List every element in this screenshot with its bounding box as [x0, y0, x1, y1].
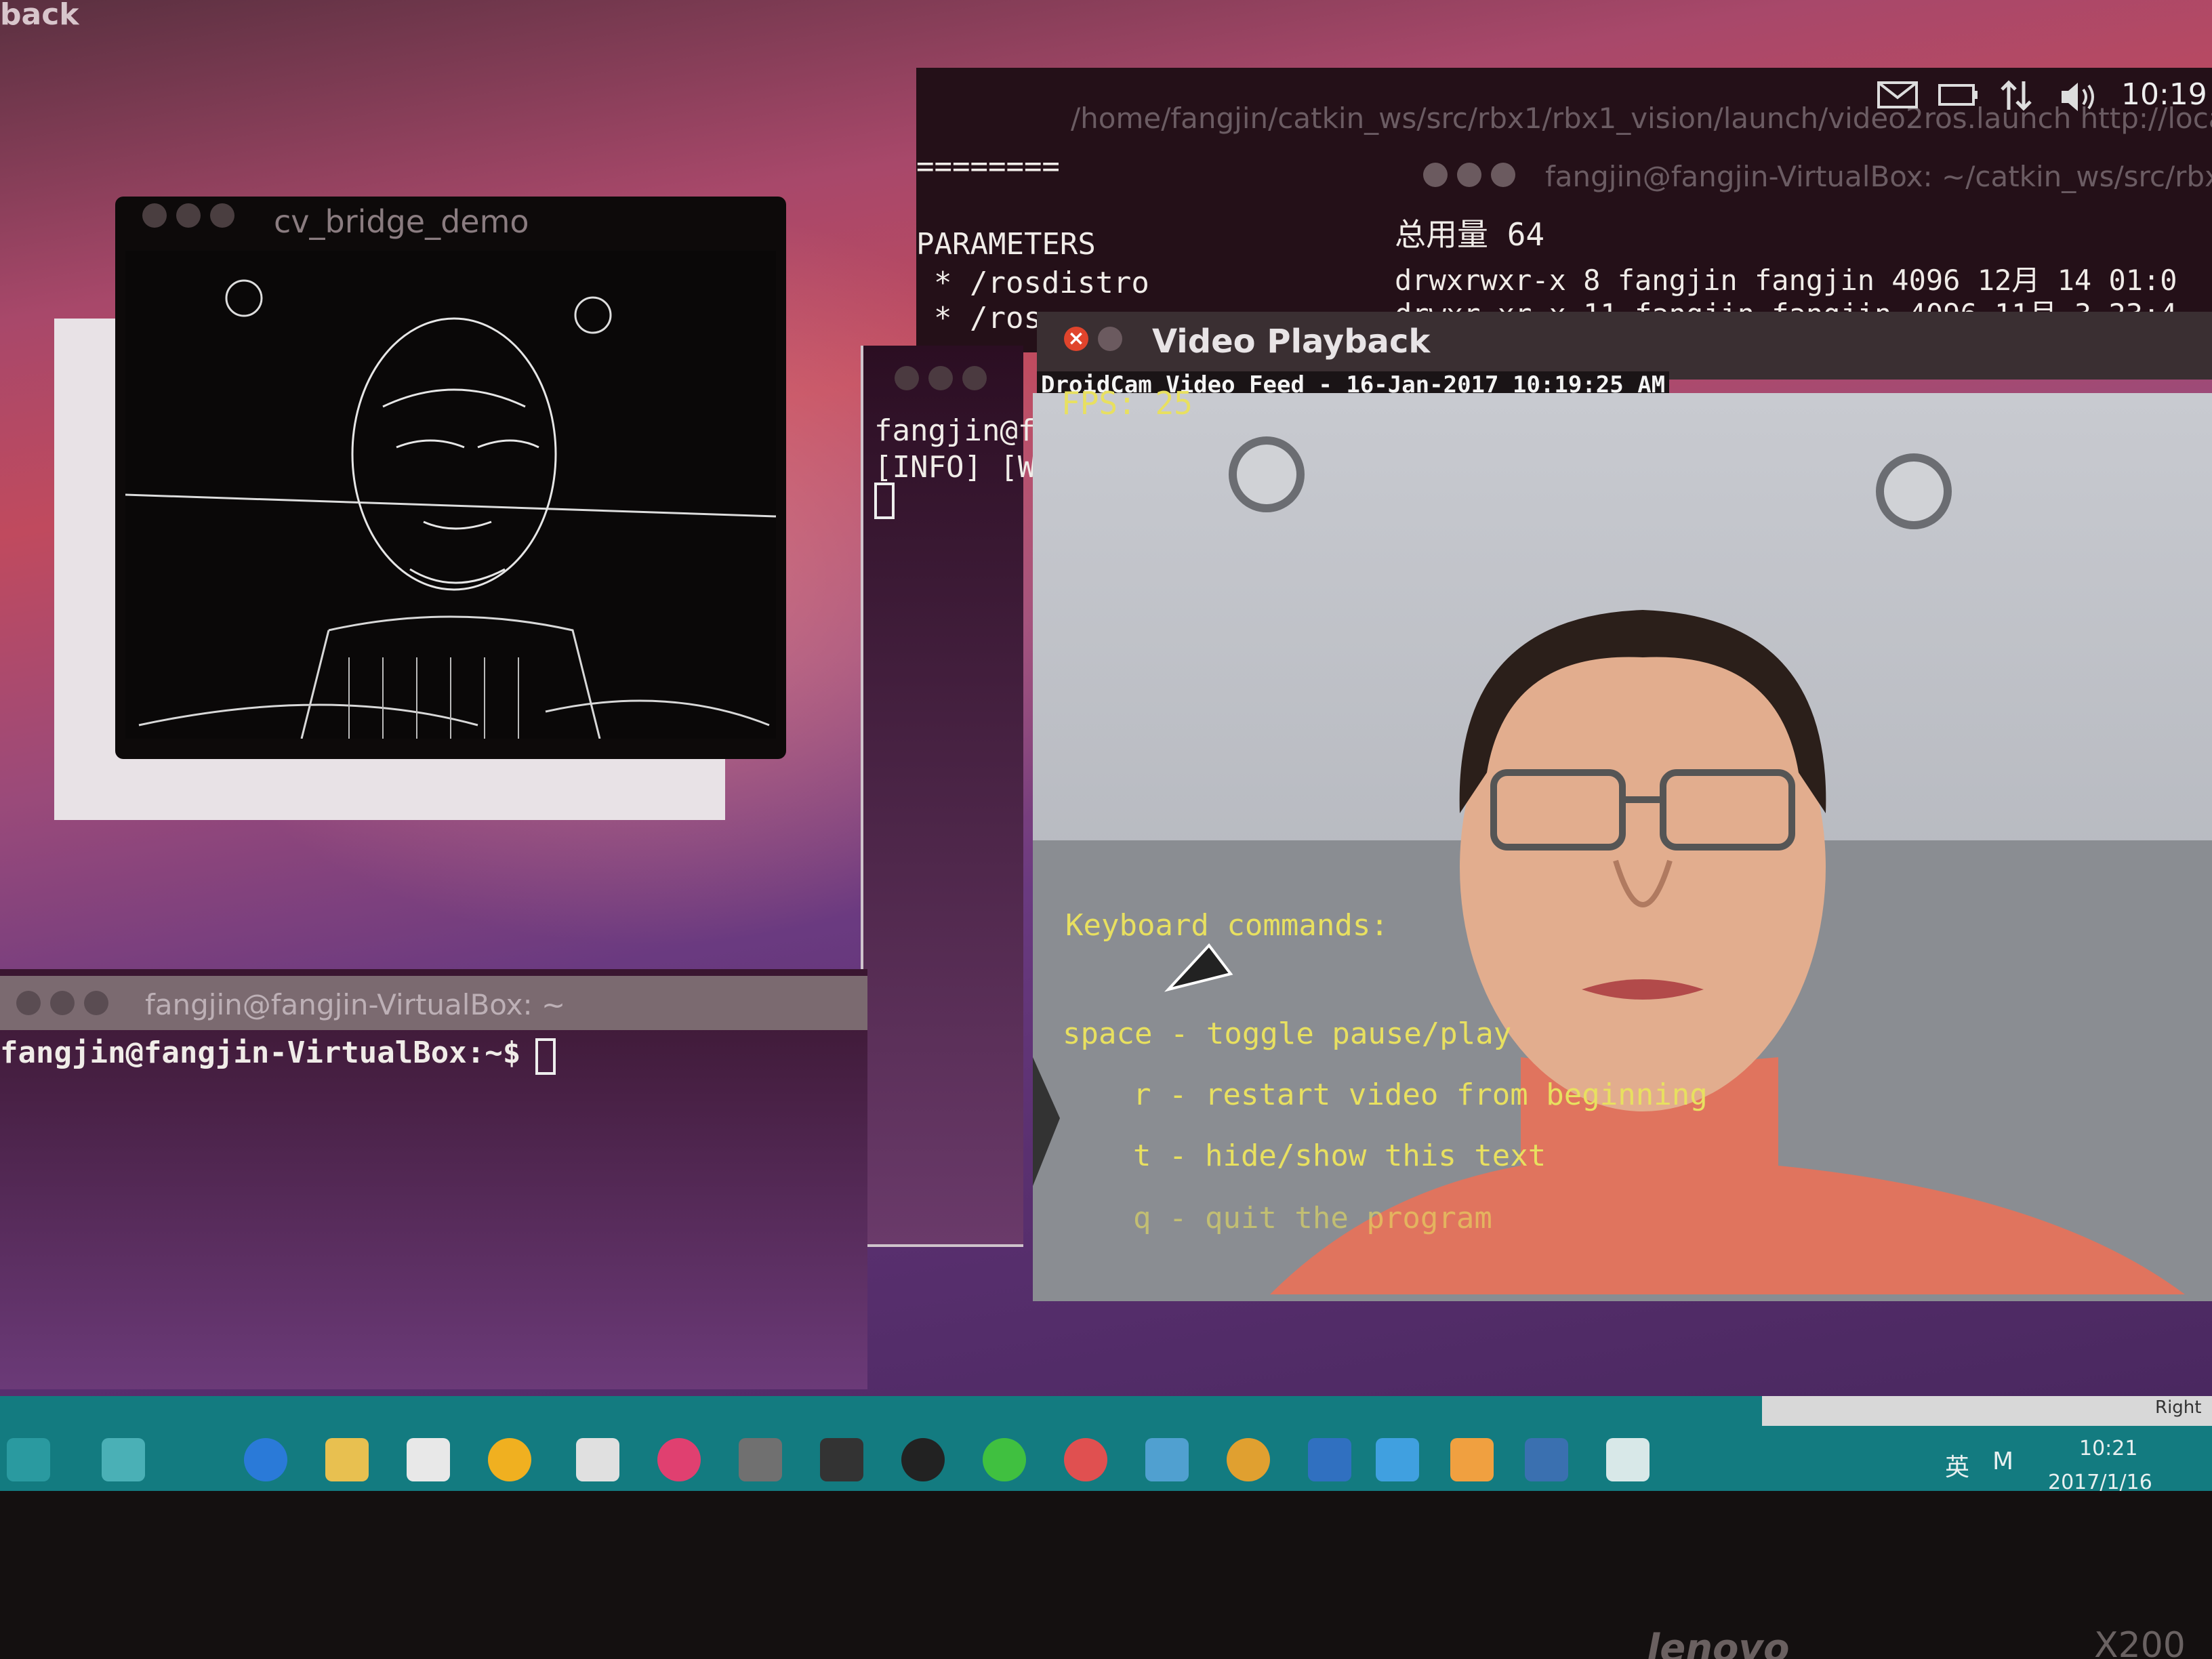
ls-total: 总用量 64 — [1395, 216, 1545, 253]
cv-window-buttons[interactable] — [142, 203, 234, 228]
document-icon[interactable] — [576, 1438, 619, 1481]
remote-desktop-icon[interactable] — [1308, 1438, 1351, 1481]
vbox-status-strip — [1762, 1396, 2212, 1426]
video-window-title: Video Playback — [1152, 323, 1431, 361]
cloud-app-icon[interactable] — [1145, 1438, 1189, 1481]
top-panel-clock[interactable]: 10:19 — [2121, 77, 2207, 112]
laptop-bezel — [0, 1491, 2212, 1659]
qq-icon[interactable] — [901, 1438, 945, 1481]
close-icon[interactable] — [142, 203, 167, 228]
chrome-icon[interactable] — [1227, 1438, 1270, 1481]
monitor-icon[interactable] — [820, 1438, 863, 1481]
tray-ime-indicator[interactable]: 英 — [1945, 1448, 1969, 1483]
network-icon[interactable] — [1999, 79, 2033, 112]
file-explorer-icon[interactable] — [325, 1438, 369, 1481]
minimize-icon[interactable] — [1457, 163, 1481, 187]
home-terminal-window[interactable] — [0, 969, 867, 1389]
model-label: X200 — [2094, 1625, 2186, 1659]
volume-icon[interactable] — [2059, 80, 2100, 114]
maximize-icon[interactable] — [1491, 163, 1515, 187]
keyboard-command-line: q - quit the program — [1133, 1201, 1492, 1235]
fps-overlay: FPS: 25 — [1061, 385, 1193, 422]
minimize-icon[interactable] — [1098, 327, 1122, 351]
action-center-icon[interactable] — [1606, 1438, 1650, 1481]
calculator-icon[interactable] — [739, 1438, 782, 1481]
edge-detection-image — [125, 251, 776, 739]
edge-icon[interactable] — [244, 1438, 287, 1481]
maximize-icon[interactable] — [210, 203, 234, 228]
mail-icon[interactable] — [1877, 81, 1918, 108]
weibo-icon[interactable] — [1064, 1438, 1107, 1481]
maximize-icon[interactable] — [84, 991, 108, 1015]
battery-icon — [1938, 84, 1978, 106]
home-terminal-title: fangjin@fangjin-VirtualBox: ~ — [145, 988, 566, 1021]
close-icon[interactable] — [1423, 163, 1448, 187]
video-window-buttons[interactable]: × — [1064, 327, 1122, 351]
middle-terminal-line: fangjin@f — [874, 413, 1036, 448]
tray-letter[interactable]: M — [1992, 1448, 2013, 1475]
middle-terminal-line: [INFO] [W — [874, 450, 1036, 485]
brand-logo: lenovo — [1647, 1626, 1790, 1659]
notes-app-icon[interactable] — [1450, 1438, 1494, 1481]
minimize-icon[interactable] — [50, 991, 75, 1015]
minimize-icon[interactable] — [176, 203, 201, 228]
keyboard-command-line: t - hide/show this text — [1133, 1139, 1547, 1173]
vbox-host-key-hint: Right — [2155, 1397, 2202, 1418]
store-icon[interactable] — [407, 1438, 450, 1481]
home-terminal-prompt: fangjin@fangjin-VirtualBox:~$ — [0, 1036, 521, 1070]
launch-separator: ======== — [916, 149, 1060, 184]
ubuntu-desktop: back /home/fangjin/catkin_ws/src/rbx1/rb… — [0, 0, 2212, 1396]
keyboard-commands-title: Keyboard commands: — [1065, 908, 1389, 943]
terminal-cursor — [874, 483, 895, 519]
home-terminal-buttons[interactable] — [16, 991, 108, 1015]
ls-terminal-title: fangjin@fangjin-VirtualBox: ~/catkin_ws/… — [1545, 160, 2212, 193]
desktop-corner-text: back — [0, 0, 79, 32]
close-icon[interactable] — [895, 366, 919, 390]
top-panel: 10:19 — [1857, 75, 2212, 122]
close-icon[interactable]: × — [1064, 327, 1088, 351]
ls-terminal-buttons[interactable] — [1423, 163, 1515, 187]
taskbar-clock[interactable]: 10:21 — [2079, 1437, 2137, 1460]
chrome-like-icon[interactable] — [657, 1438, 701, 1481]
task-view-icon[interactable] — [7, 1438, 50, 1481]
keyboard-command-line: space - toggle pause/play — [1063, 1017, 1512, 1051]
launch-param-row: * /ros — [934, 301, 1042, 335]
launch-params-header: PARAMETERS — [916, 227, 1096, 262]
virtualbox-icon[interactable] — [1525, 1438, 1568, 1481]
wechat-icon[interactable] — [983, 1438, 1026, 1481]
terminal-cursor — [535, 1038, 556, 1075]
yellow-app-icon[interactable] — [488, 1438, 531, 1481]
launch-param-row: * /rosdistro — [934, 266, 1149, 300]
middle-terminal-buttons[interactable] — [895, 366, 987, 390]
start-icon[interactable] — [102, 1438, 145, 1481]
minimize-icon[interactable] — [928, 366, 953, 390]
mail-app-icon[interactable] — [1376, 1438, 1419, 1481]
keyboard-command-line: r - restart video from beginning — [1133, 1078, 1708, 1112]
close-icon[interactable] — [16, 991, 41, 1015]
maximize-icon[interactable] — [962, 366, 987, 390]
cv-window-title: cv_bridge_demo — [274, 203, 529, 240]
